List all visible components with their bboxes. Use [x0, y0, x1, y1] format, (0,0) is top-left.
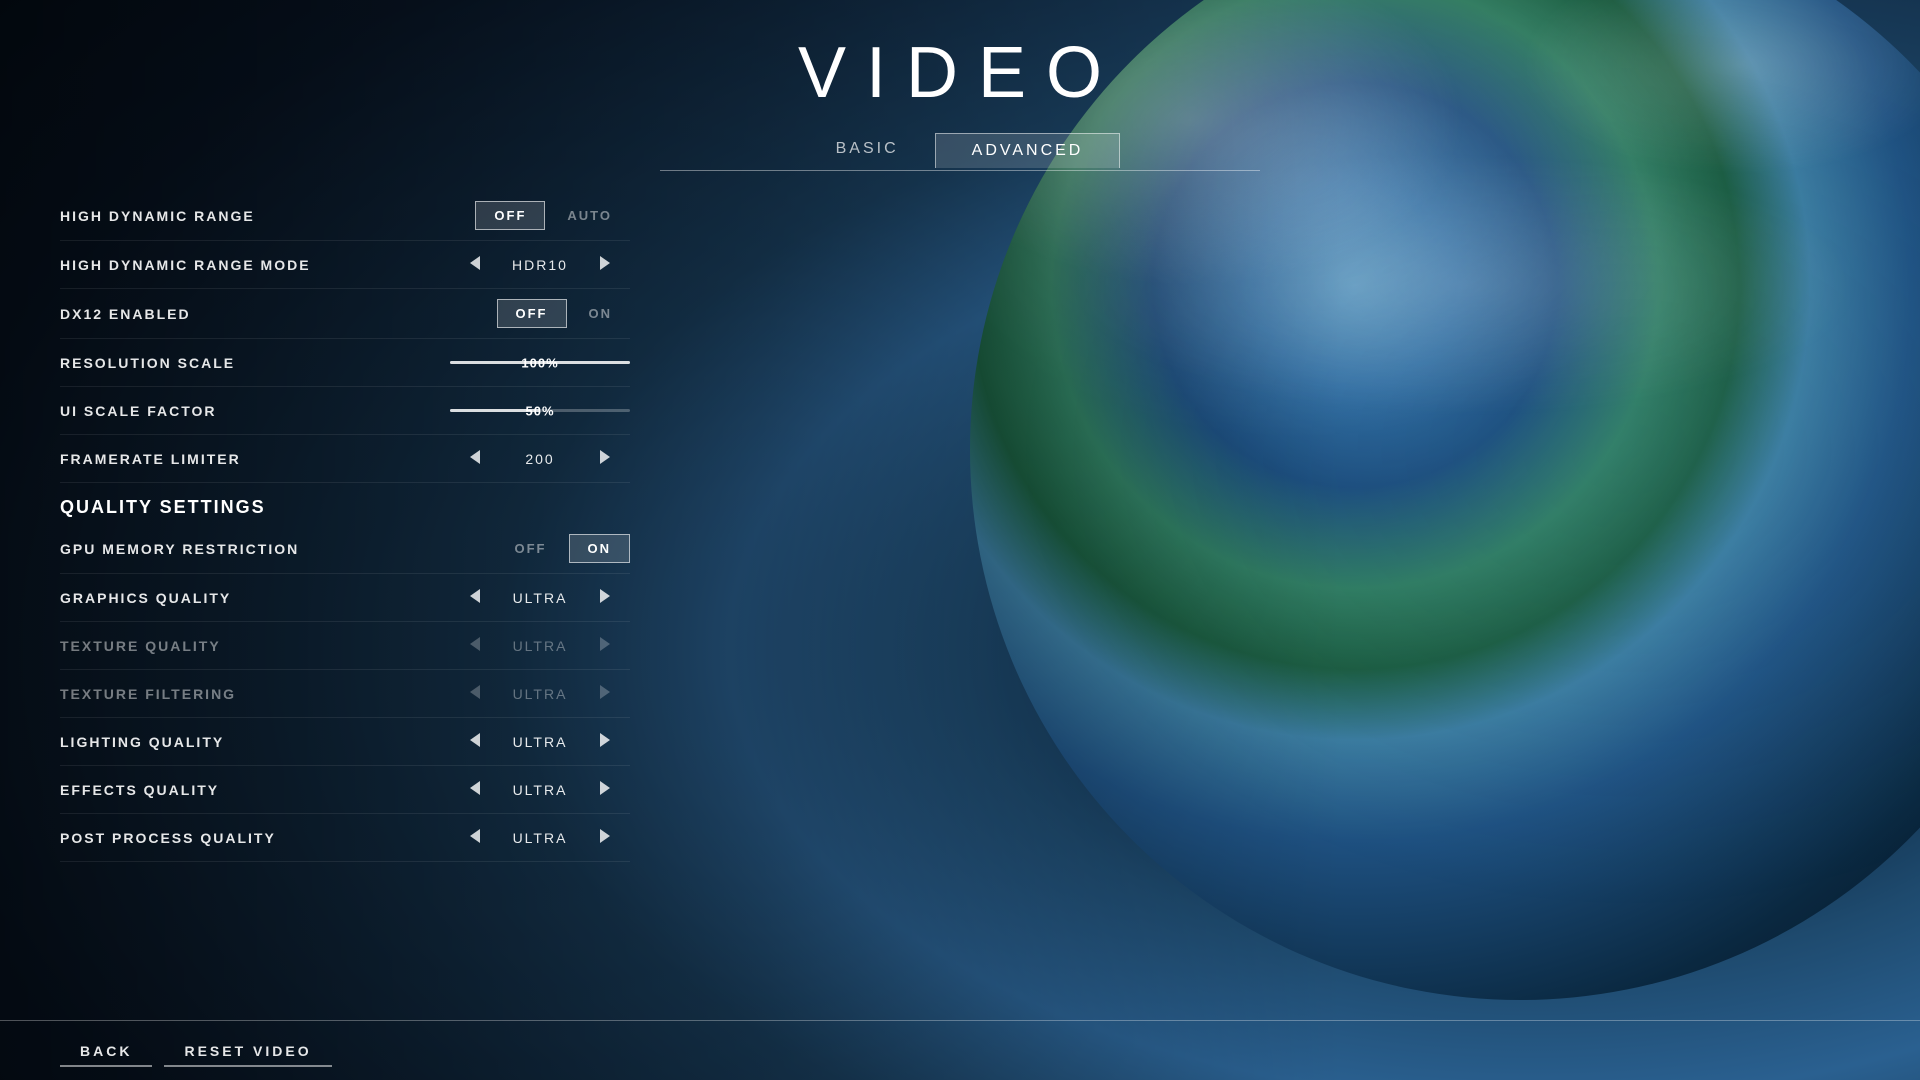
- effects-quality-next-button[interactable]: [596, 777, 614, 802]
- gpu-memory-on-button[interactable]: ON: [569, 534, 631, 563]
- post-process-prev-button[interactable]: [466, 825, 484, 850]
- texture-filtering-prev-button[interactable]: [466, 681, 484, 706]
- dx12-on-button[interactable]: ON: [571, 300, 631, 327]
- graphics-quality-value: ULTRA: [500, 590, 580, 606]
- setting-framerate-limiter: FRAMERATE LIMITER 200: [60, 435, 630, 483]
- lighting-quality-next-button[interactable]: [596, 729, 614, 754]
- texture-filtering-next-button[interactable]: [596, 681, 614, 706]
- control-high-dynamic-range: OFF AUTO: [475, 201, 630, 230]
- setting-high-dynamic-range: HIGH DYNAMIC RANGE OFF AUTO: [60, 191, 630, 241]
- framerate-prev-button[interactable]: [466, 446, 484, 471]
- label-resolution-scale: RESOLUTION SCALE: [60, 355, 450, 371]
- control-dx12: OFF ON: [497, 299, 631, 328]
- setting-resolution-scale: RESOLUTION SCALE 100%: [60, 339, 630, 387]
- label-ui-scale: UI SCALE FACTOR: [60, 403, 450, 419]
- label-texture-quality: TEXTURE QUALITY: [60, 638, 450, 654]
- control-lighting-quality: ULTRA: [450, 729, 630, 754]
- tab-advanced[interactable]: ADVANCED: [935, 133, 1121, 168]
- control-texture-quality: ULTRA: [450, 633, 630, 658]
- graphics-quality-prev-button[interactable]: [466, 585, 484, 610]
- setting-texture-filtering: TEXTURE FILTERING ULTRA: [60, 670, 630, 718]
- resolution-scale-value: 100%: [521, 355, 558, 370]
- framerate-value: 200: [500, 451, 580, 467]
- label-texture-filtering: TEXTURE FILTERING: [60, 686, 450, 702]
- effects-quality-value: ULTRA: [500, 782, 580, 798]
- control-gpu-memory: OFF ON: [497, 534, 631, 563]
- label-high-dynamic-range: HIGH DYNAMIC RANGE: [60, 208, 475, 224]
- lighting-quality-value: ULTRA: [500, 734, 580, 750]
- settings-scroll-area[interactable]: HIGH DYNAMIC RANGE OFF AUTO HIGH DYNAMIC…: [60, 191, 640, 871]
- control-framerate-limiter: 200: [450, 446, 630, 471]
- texture-quality-value: ULTRA: [500, 638, 580, 654]
- post-process-value: ULTRA: [500, 830, 580, 846]
- texture-filtering-value: ULTRA: [500, 686, 580, 702]
- label-post-process: POST PROCESS QUALITY: [60, 830, 450, 846]
- tabs-row: BASIC ADVANCED: [800, 132, 1121, 168]
- graphics-quality-next-button[interactable]: [596, 585, 614, 610]
- tab-basic[interactable]: BASIC: [800, 132, 935, 168]
- hdr-mode-prev-button[interactable]: [466, 252, 484, 277]
- dx12-off-button[interactable]: OFF: [497, 299, 567, 328]
- gpu-memory-off-button[interactable]: OFF: [497, 535, 565, 562]
- bottom-nav: BACK RESET VIDEO: [0, 1020, 1920, 1080]
- setting-dx12: DX12 ENABLED OFF ON: [60, 289, 630, 339]
- hdr-mode-next-button[interactable]: [596, 252, 614, 277]
- ui-scale-value: 50%: [525, 403, 554, 418]
- texture-quality-prev-button[interactable]: [466, 633, 484, 658]
- setting-effects-quality: EFFECTS QUALITY ULTRA: [60, 766, 630, 814]
- quality-settings-heading: QUALITY SETTINGS: [60, 497, 266, 517]
- framerate-next-button[interactable]: [596, 446, 614, 471]
- setting-texture-quality: TEXTURE QUALITY ULTRA: [60, 622, 630, 670]
- reset-video-button[interactable]: RESET VIDEO: [164, 1035, 331, 1067]
- post-process-next-button[interactable]: [596, 825, 614, 850]
- control-texture-filtering: ULTRA: [450, 681, 630, 706]
- control-post-process: ULTRA: [450, 825, 630, 850]
- tab-underline: [660, 170, 1260, 171]
- hdr-auto-button[interactable]: AUTO: [549, 202, 630, 229]
- label-lighting-quality: LIGHTING QUALITY: [60, 734, 450, 750]
- resolution-scale-slider[interactable]: 100%: [450, 352, 630, 374]
- setting-gpu-memory: GPU MEMORY RESTRICTION OFF ON: [60, 524, 630, 574]
- settings-panel: HIGH DYNAMIC RANGE OFF AUTO HIGH DYNAMIC…: [60, 191, 640, 871]
- control-ui-scale: 50%: [450, 400, 630, 422]
- setting-lighting-quality: LIGHTING QUALITY ULTRA: [60, 718, 630, 766]
- setting-mesh-quality: MESH QUALITY ULTRA: [60, 862, 630, 871]
- control-hdr-mode: HDR10: [450, 252, 630, 277]
- setting-graphics-quality: GRAPHICS QUALITY ULTRA: [60, 574, 630, 622]
- lighting-quality-prev-button[interactable]: [466, 729, 484, 754]
- texture-quality-next-button[interactable]: [596, 633, 614, 658]
- label-graphics-quality: GRAPHICS QUALITY: [60, 590, 450, 606]
- label-hdr-mode: HIGH DYNAMIC RANGE MODE: [60, 257, 450, 273]
- hdr-off-button[interactable]: OFF: [475, 201, 545, 230]
- ui-scale-slider[interactable]: 50%: [450, 400, 630, 422]
- setting-hdr-mode: HIGH DYNAMIC RANGE MODE HDR10: [60, 241, 630, 289]
- label-dx12: DX12 ENABLED: [60, 306, 497, 322]
- ui-container: VIDEO BASIC ADVANCED HIGH DYNAMIC RANGE …: [0, 0, 1920, 1080]
- setting-post-process: POST PROCESS QUALITY ULTRA: [60, 814, 630, 862]
- control-graphics-quality: ULTRA: [450, 585, 630, 610]
- control-resolution-scale: 100%: [450, 352, 630, 374]
- back-button[interactable]: BACK: [60, 1035, 152, 1067]
- effects-quality-prev-button[interactable]: [466, 777, 484, 802]
- setting-ui-scale: UI SCALE FACTOR 50%: [60, 387, 630, 435]
- control-effects-quality: ULTRA: [450, 777, 630, 802]
- quality-settings-heading-row: QUALITY SETTINGS: [60, 483, 630, 524]
- label-effects-quality: EFFECTS QUALITY: [60, 782, 450, 798]
- label-gpu-memory: GPU MEMORY RESTRICTION: [60, 541, 497, 557]
- label-framerate-limiter: FRAMERATE LIMITER: [60, 451, 450, 467]
- page-title: VIDEO: [798, 32, 1122, 114]
- hdr-mode-value: HDR10: [500, 257, 580, 273]
